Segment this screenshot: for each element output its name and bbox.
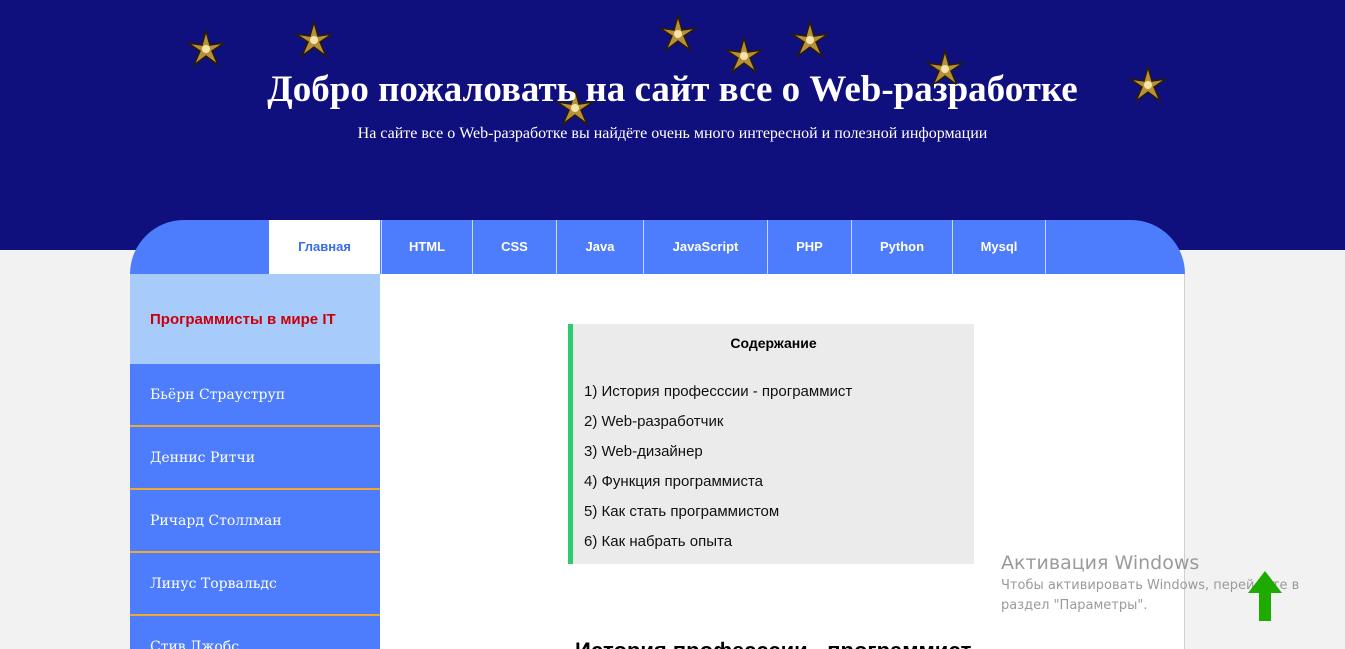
toc-title: Содержание: [730, 335, 817, 351]
toc-item[interactable]: 4) Функция программиста: [584, 473, 763, 490]
page-title: Добро пожаловать на сайт все о Web-разра…: [267, 69, 1078, 110]
sidebar-item-stroustrup[interactable]: Бьёрн Страуструп: [130, 364, 380, 427]
tab-home[interactable]: Главная: [269, 220, 380, 274]
toc-item[interactable]: 3) Web-дизайнер: [584, 443, 703, 460]
gold-star-icon: [186, 29, 226, 69]
tab-html[interactable]: HTML: [381, 220, 473, 274]
site-header: Добро пожаловать на сайт все о Web-разра…: [0, 0, 1345, 250]
section-heading: История професссии - программист: [575, 638, 971, 649]
toc-item[interactable]: 1) История професссии - программист: [584, 383, 852, 400]
tab-javascript[interactable]: JavaScript: [643, 220, 768, 274]
main-nav: Главная HTML CSS Java JavaScript PHP Pyt…: [130, 220, 1185, 274]
gold-star-icon: [790, 20, 830, 60]
page-subtitle: На сайте все о Web-разработке вы найдёте…: [357, 125, 988, 142]
toc-item[interactable]: 6) Как набрать опыта: [584, 533, 732, 550]
gold-star-icon: [294, 20, 334, 60]
sidebar-item-stallman[interactable]: Ричард Столлман: [130, 490, 380, 553]
sidebar: Программисты в мире IT Бьёрн Страуструп …: [130, 274, 380, 649]
sidebar-heading: Программисты в мире IT: [130, 274, 380, 364]
table-of-contents: Содержание 1) История професссии - прогр…: [568, 324, 974, 564]
sidebar-item-torvalds[interactable]: Линус Торвальдс: [130, 553, 380, 616]
tab-mysql[interactable]: Mysql: [952, 220, 1046, 274]
gold-star-icon: [658, 14, 698, 54]
sidebar-item-ritchie[interactable]: Деннис Ритчи: [130, 427, 380, 490]
tab-php[interactable]: PHP: [767, 220, 852, 274]
arrow-up-icon[interactable]: [1248, 571, 1282, 621]
toc-item[interactable]: 2) Web-разработчик: [584, 413, 723, 430]
tab-python[interactable]: Python: [851, 220, 953, 274]
sidebar-item-jobs[interactable]: Стив Джобс: [130, 616, 380, 649]
toc-item[interactable]: 5) Как стать программистом: [584, 503, 779, 520]
tab-css[interactable]: CSS: [472, 220, 557, 274]
tab-java[interactable]: Java: [556, 220, 644, 274]
